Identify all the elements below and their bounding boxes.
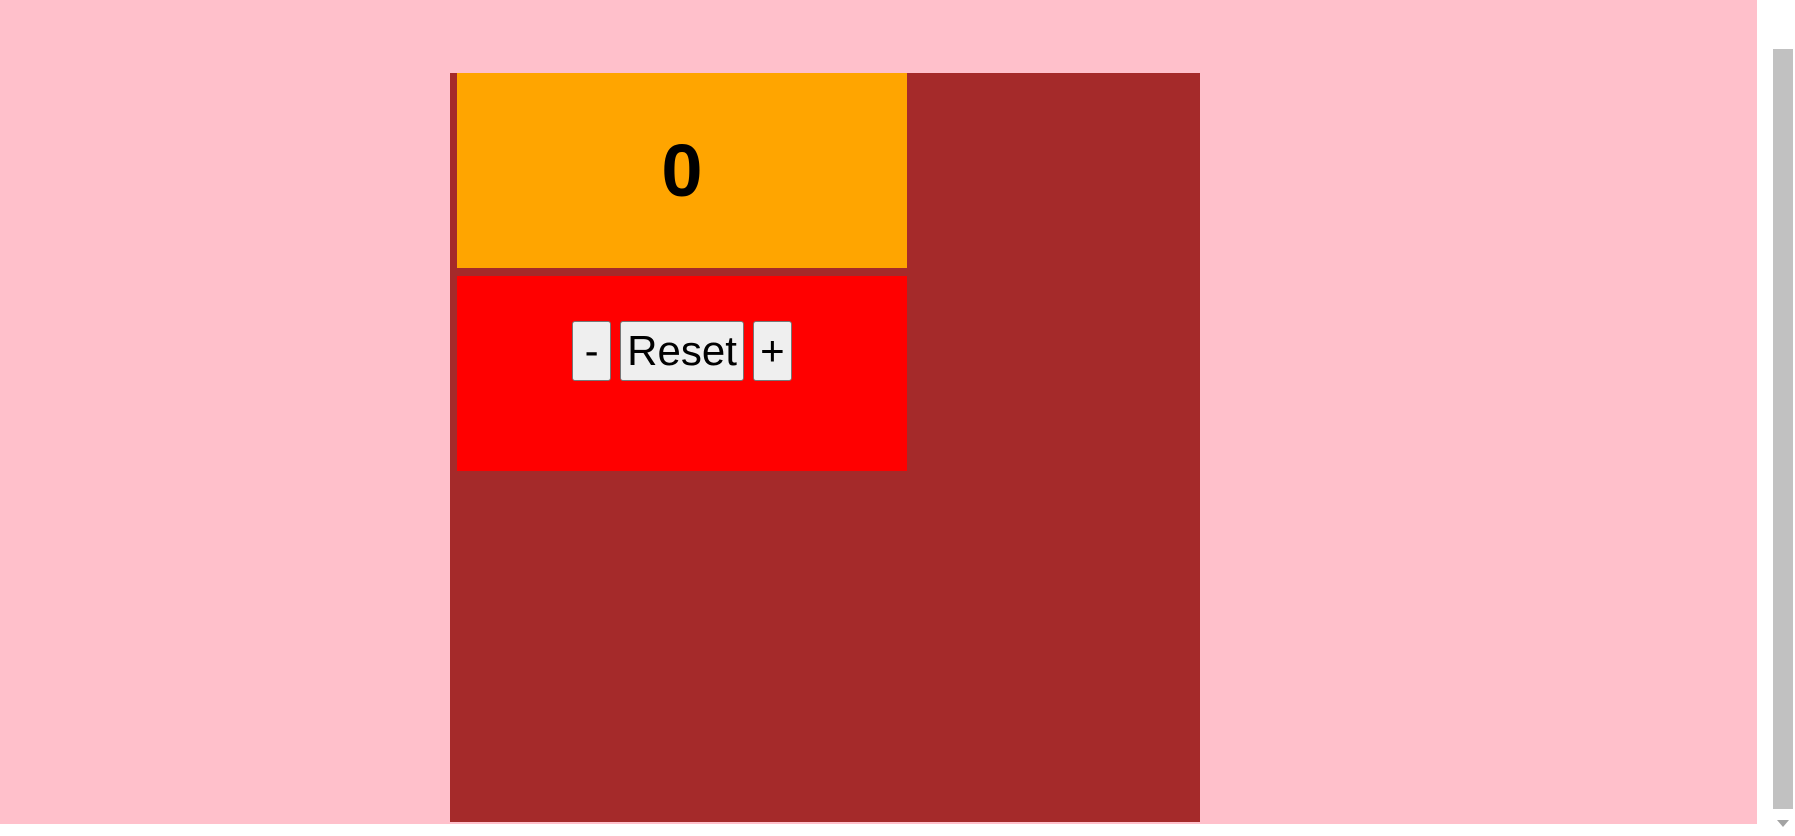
- counter-controls-panel: - Reset +: [457, 276, 907, 471]
- scrollbar-thumb[interactable]: [1773, 49, 1793, 809]
- reset-button[interactable]: Reset: [620, 321, 744, 381]
- page-viewport: 0 - Reset +: [0, 0, 1757, 824]
- counter-display-panel: 0: [457, 73, 907, 268]
- vertical-scrollbar[interactable]: [1771, 0, 1795, 836]
- increment-button[interactable]: +: [752, 321, 792, 381]
- decrement-button[interactable]: -: [572, 321, 612, 381]
- scroll-down-arrow-icon[interactable]: [1777, 820, 1789, 827]
- counter-value: 0: [661, 128, 703, 212]
- button-row: - Reset +: [457, 321, 907, 381]
- counter-app-container: 0 - Reset +: [450, 73, 1200, 822]
